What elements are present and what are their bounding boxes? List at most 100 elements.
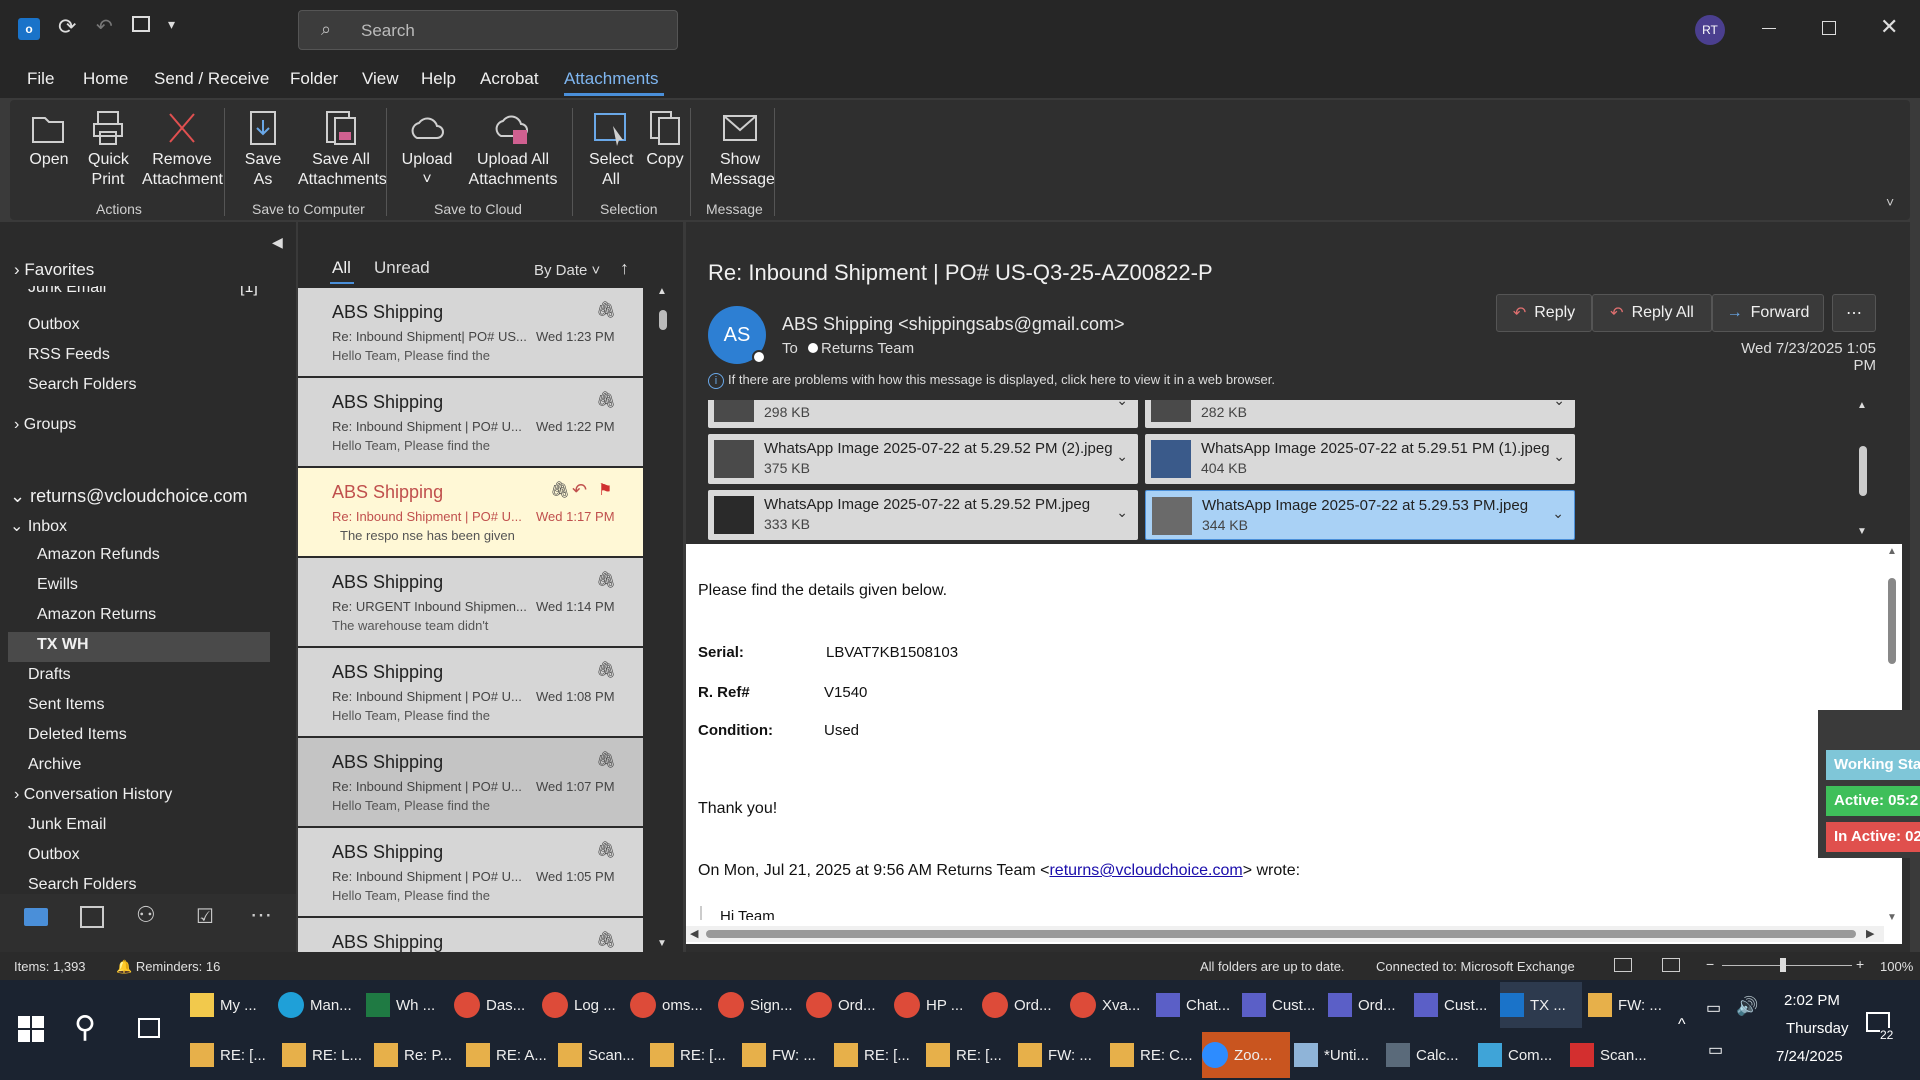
list-scrollbar[interactable]: ▲ ▼ [656,286,670,952]
taskbar-app[interactable]: Calc... [1386,1032,1474,1078]
taskbar-app[interactable]: My ... [190,982,272,1028]
attachment-card[interactable]: WhatsApp Image 2025-07-22 at 5.29.52 PM.… [708,490,1138,540]
favorites-header[interactable]: › Favorites [14,260,94,280]
restore-icon[interactable] [1822,21,1836,35]
tasks-icon[interactable]: ☑ [196,904,214,929]
folder-rss[interactable]: RSS Feeds [28,346,110,364]
taskbar-app[interactable]: Ord... [806,982,888,1028]
taskbar-app[interactable]: RE: L... [282,1032,370,1078]
taskbar-app[interactable]: oms... [630,982,712,1028]
menu-home[interactable]: Home [83,69,128,89]
menu-send-receive[interactable]: Send / Receive [154,69,269,89]
reply-all-button[interactable]: ↶ Reply All [1592,294,1712,332]
sync-icon[interactable]: ⟳ [58,14,76,40]
filter-all[interactable]: All [332,258,351,278]
folder-drafts[interactable]: Drafts [28,666,71,684]
folder-inbox[interactable]: ⌄ Inbox [10,516,67,536]
taskbar-app[interactable]: Wh ... [366,982,448,1028]
quick-print-button[interactable]: Quick Print [80,108,136,190]
taskbar-app[interactable]: RE: [... [190,1032,278,1078]
menu-attachments[interactable]: Attachments [564,69,659,89]
taskbar-app[interactable]: FW: ... [1018,1032,1106,1078]
sender-name[interactable]: ABS Shipping <shippingsabs@gmail.com> [782,314,1124,335]
attachment-menu-icon[interactable]: ⌄ [1116,400,1128,409]
display-notice[interactable]: i If there are problems with how this mes… [708,372,1275,389]
taskbar-app[interactable]: Zoo... [1202,1032,1290,1078]
attachment-card-selected[interactable]: WhatsApp Image 2025-07-22 at 5.29.53 PM.… [1145,490,1575,540]
menu-help[interactable]: Help [421,69,456,89]
taskbar-app[interactable]: Chat... [1156,982,1238,1028]
taskbar-app[interactable]: Ord... [1328,982,1410,1028]
save-all-attachments-button[interactable]: Save All Attachments [296,108,387,190]
attachment-menu-icon[interactable]: ⌄ [1116,448,1128,465]
menu-view[interactable]: View [362,69,399,89]
display-icon[interactable]: ▭ [1708,1040,1723,1060]
open-button[interactable]: Open [24,108,74,170]
avatar[interactable]: RT [1695,15,1725,45]
scroll-down-icon[interactable]: ▼ [1857,526,1867,537]
folder-outbox[interactable]: Outbox [28,846,80,864]
working-status[interactable]: Working Sta [1826,750,1920,780]
filter-unread[interactable]: Unread [374,258,430,278]
horizontal-scrollbar[interactable]: ◀ ▶ [686,926,1884,942]
folder-search-folders[interactable]: Search Folders [28,876,137,894]
attachment-menu-icon[interactable]: ⌄ [1553,400,1565,409]
select-all-button[interactable]: Select All [578,108,644,190]
folder-junk-email[interactable]: Junk Email [28,816,106,834]
zoom-thumb[interactable] [1780,958,1786,972]
folder-amazon-returns[interactable]: Amazon Returns [37,606,156,624]
upload-button[interactable]: Upload ˅ [394,108,460,190]
list-item[interactable]: ABS Shipping 🖇 [298,918,643,952]
scroll-up-icon[interactable]: ▲ [1857,400,1867,411]
taskbar-app[interactable]: *Unti... [1294,1032,1382,1078]
taskbar-app[interactable]: Scan... [1570,1032,1658,1078]
list-item[interactable]: ABS Shipping 🖇 Re: Inbound Shipment | PO… [298,648,643,736]
h-scroll-thumb[interactable] [706,930,1856,938]
list-item[interactable]: ABS Shipping 🖇 Re: Inbound Shipment| PO#… [298,288,643,376]
scroll-right-icon[interactable]: ▶ [1866,927,1874,940]
zoom-in-icon[interactable]: + [1856,956,1864,972]
save-as-button[interactable]: Save As [236,108,290,190]
reply-button[interactable]: ↶ Reply [1496,294,1592,332]
flag-icon[interactable]: ⚑ [598,480,612,500]
taskbar-app[interactable]: Xva... [1070,982,1152,1028]
taskbar-app[interactable]: RE: [... [926,1032,1014,1078]
scroll-left-icon[interactable]: ◀ [690,927,698,940]
reminders[interactable]: 🔔 Reminders: 16 [116,959,220,975]
folder-ewills[interactable]: Ewills [37,576,78,594]
zoom-slider[interactable] [1722,965,1852,966]
network-icon[interactable]: ▭ [1706,998,1721,1018]
attachment-card[interactable]: WhatsApp Image 2025-07-22 at 5.29.51 PM … [1145,434,1575,484]
scroll-up-icon[interactable]: ▲ [1887,546,1897,557]
attachment-card[interactable]: 282 KB ⌄ [1145,400,1575,428]
taskbar-app[interactable]: Man... [278,982,360,1028]
collapse-ribbon-icon[interactable]: ˅ [1886,194,1894,210]
list-scroll-thumb[interactable] [659,310,667,330]
attachment-menu-icon[interactable]: ⌄ [1552,505,1564,522]
more-apps-icon[interactable]: ⋯ [250,902,272,928]
list-item-selected[interactable]: ABS Shipping 🖇 ↶ ⚑ Re: Inbound Shipment … [298,468,643,556]
body-scroll-thumb[interactable] [1888,578,1896,664]
close-icon[interactable]: ✕ [1880,14,1898,40]
attachment-scrollbar[interactable]: ▲ ▼ [1856,400,1870,540]
scroll-down-icon[interactable]: ▼ [657,938,667,949]
folder-conversation-history[interactable]: › Conversation History [14,786,172,804]
mail-icon[interactable] [24,908,48,926]
more-actions-button[interactable]: ⋯ [1832,294,1876,332]
attachment-scroll-thumb[interactable] [1859,446,1867,496]
remove-attachment-button[interactable]: Remove Attachment [138,108,226,190]
folder-amazon-refunds[interactable]: Amazon Refunds [37,546,160,564]
quote-email-link[interactable]: returns@vcloudchoice.com [1049,862,1242,879]
menu-file[interactable]: File [27,69,54,89]
menu-acrobat[interactable]: Acrobat [480,69,539,89]
undo-icon[interactable]: ↶ [96,14,113,39]
search-taskbar-icon[interactable]: ⚲ [74,1010,96,1045]
folder-deleted-items[interactable]: Deleted Items [28,726,127,744]
taskbar-app[interactable]: Sign... [718,982,800,1028]
folder-junk-top[interactable]: Junk Email [28,286,106,296]
taskbar-app[interactable]: HP ... [894,982,976,1028]
recipient-name[interactable]: Returns Team [821,340,914,357]
taskbar-app[interactable]: RE: C... [1110,1032,1198,1078]
calendar-icon[interactable] [80,906,104,928]
taskbar-app[interactable]: Re: P... [374,1032,462,1078]
